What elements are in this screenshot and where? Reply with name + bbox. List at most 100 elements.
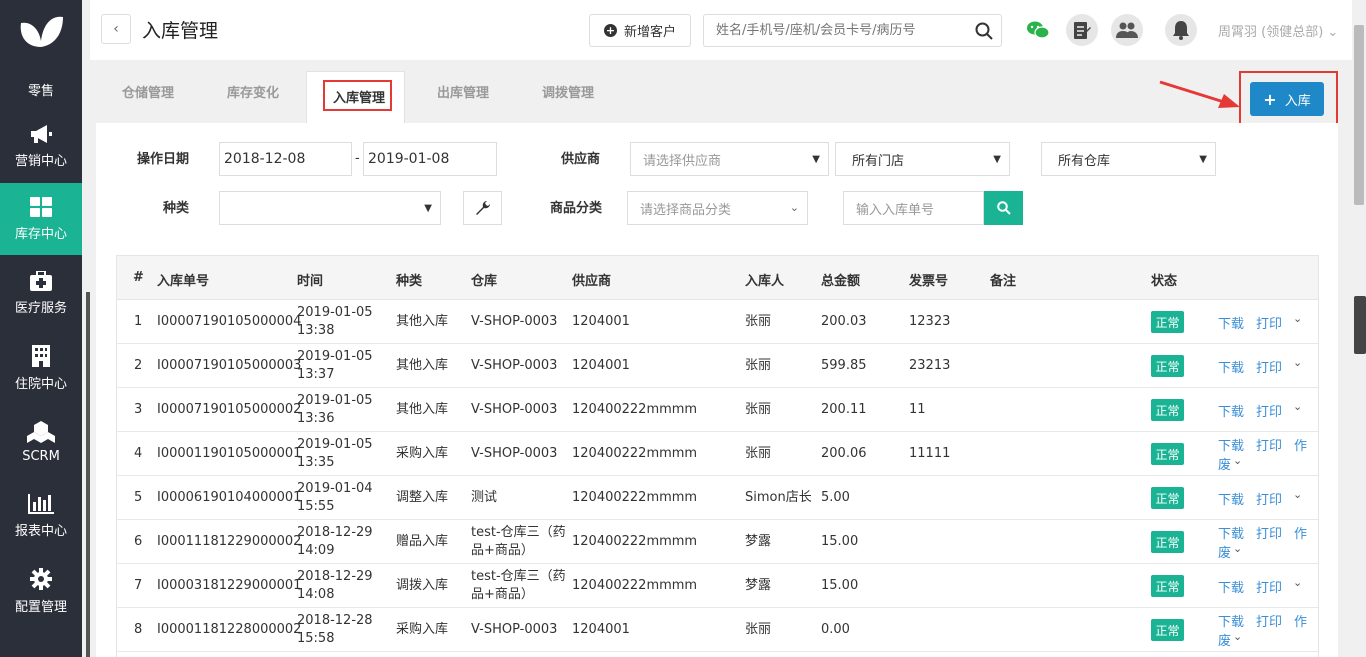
order-number-placeholder: 输入入库单号 — [856, 202, 935, 218]
table-row[interactable]: 6 I00011181229000002 2018-12-29 14:09 赠品入库 te… — [117, 520, 1318, 564]
row-type: 赠品入库 — [396, 534, 449, 549]
row-date: 2018-12-28 — [297, 613, 373, 628]
supplier-label: 供应商 — [561, 152, 601, 167]
page-scrollbar[interactable] — [1352, 0, 1366, 657]
chevron-down-icon[interactable]: ⌄ — [1233, 542, 1242, 555]
print-link[interactable]: 打印 — [1256, 435, 1282, 454]
table-row[interactable]: 8 I00001181228000002 2018-12-28 15:58 采购入库 V-… — [117, 608, 1318, 652]
inbound-button[interactable]: + 入库 — [1250, 82, 1324, 116]
sidebar-item-marketing[interactable]: 营销中心 — [0, 110, 82, 182]
chevron-down-icon[interactable]: ⌄ — [1293, 356, 1302, 369]
tab-storage[interactable]: 仓储管理 — [122, 82, 174, 101]
status-badge: 正常 — [1151, 399, 1184, 421]
date-label: 操作日期 — [137, 152, 190, 167]
chevron-down-icon[interactable]: ⌄ — [1293, 312, 1302, 325]
print-link[interactable]: 打印 — [1256, 523, 1282, 542]
download-link[interactable]: 下载 — [1218, 313, 1244, 332]
search-button[interactable] — [984, 191, 1023, 225]
tab-stock-change[interactable]: 库存变化 — [227, 82, 279, 101]
void-link[interactable]: 作 — [1294, 435, 1307, 454]
download-link[interactable]: 下载 — [1218, 435, 1244, 454]
row-type: 调拨入库 — [396, 578, 449, 593]
row-time: 15:58 — [297, 631, 335, 646]
wechat-icon[interactable] — [1022, 14, 1054, 46]
download-link[interactable]: 下载 — [1218, 401, 1244, 420]
row-supplier: 120400222mmmm — [572, 534, 698, 549]
new-customer-button[interactable]: + 新增客户 — [589, 14, 691, 47]
row-warehouse: V-SHOP-0003 — [471, 314, 558, 329]
bell-icon[interactable] — [1165, 14, 1197, 46]
sidebar-scrollbar[interactable] — [86, 292, 90, 657]
plus-icon: + — [1263, 89, 1277, 109]
date-to-input[interactable]: 2019-01-08 — [363, 142, 497, 176]
void-link[interactable]: 作 — [1294, 611, 1307, 630]
sidebar-item-inventory[interactable]: 库存中心 — [0, 183, 82, 255]
chevron-down-icon[interactable]: ⌄ — [1293, 400, 1302, 413]
print-link[interactable]: 打印 — [1256, 489, 1282, 508]
download-link[interactable]: 下载 — [1218, 611, 1244, 630]
tab-bar: 仓储管理 库存变化 入库管理 出库管理 调拨管理 + 入库 — [90, 60, 1352, 126]
brand-logo[interactable] — [0, 0, 82, 62]
download-link[interactable]: 下载 — [1218, 577, 1244, 596]
tab-outbound[interactable]: 出库管理 — [437, 82, 489, 101]
global-search-input[interactable] — [704, 15, 964, 46]
table-row[interactable]: 4 I00001190105000001 2019-01-05 13:35 采购入库 V-… — [117, 432, 1318, 476]
table-row[interactable]: 7 I00003181229000001 2018-12-29 14:08 调拨入库 te… — [117, 564, 1318, 608]
void-link-line2[interactable]: 废 — [1218, 630, 1231, 649]
inbound-button-label: 入库 — [1284, 93, 1311, 109]
print-link[interactable]: 打印 — [1256, 577, 1282, 596]
sidebar-item-retail[interactable]: 零售 — [0, 62, 82, 106]
search-icon — [996, 201, 1011, 215]
print-link[interactable]: 打印 — [1256, 357, 1282, 376]
category-select[interactable]: ▼ — [219, 191, 441, 225]
download-link[interactable]: 下载 — [1218, 357, 1244, 376]
clipboard-icon[interactable] — [1066, 14, 1098, 46]
sidebar-item-label: 零售 — [27, 84, 54, 99]
group-icon[interactable] — [1111, 14, 1143, 46]
user-menu[interactable]: 周霄羽 (领健总部) ⌄ — [1218, 21, 1338, 40]
row-time: 15:55 — [297, 499, 335, 514]
void-link[interactable]: 作 — [1294, 523, 1307, 542]
sidebar-item-scrm[interactable]: SCRM — [0, 406, 82, 478]
date-from-input[interactable]: 2018-12-08 — [219, 142, 352, 176]
goods-category-placeholder: 请选择商品分类 — [640, 202, 732, 218]
col-order-no: 入库单号 — [157, 274, 210, 289]
print-link[interactable]: 打印 — [1256, 401, 1282, 420]
print-link[interactable]: 打印 — [1256, 313, 1282, 332]
table-row[interactable]: 2 I00007190105000003 2019-01-05 13:37 其他入库 V-… — [117, 344, 1318, 388]
row-warehouse: V-SHOP-0003 — [471, 446, 558, 461]
sidebar-item-label: 营销中心 — [14, 153, 67, 169]
chevron-down-icon[interactable]: ⌄ — [1293, 576, 1302, 589]
print-link[interactable]: 打印 — [1256, 611, 1282, 630]
sidebar-item-inpatient[interactable]: 住院中心 — [0, 332, 82, 404]
sidebar-item-reports[interactable]: 报表中心 — [0, 480, 82, 552]
goods-category-select[interactable]: 请选择商品分类 ⌄ — [627, 191, 808, 225]
void-link-line2[interactable]: 废 — [1218, 542, 1231, 561]
back-button[interactable]: ‹ — [101, 14, 131, 44]
cubes-icon — [27, 420, 55, 443]
scrollbar-thumb[interactable] — [1354, 25, 1364, 205]
row-amount: 200.06 — [821, 446, 867, 461]
warehouse-select[interactable]: 所有仓库 ▼ — [1041, 142, 1216, 176]
table-row[interactable]: 5 I00006190104000001 2019-01-04 15:55 调整入库 测试… — [117, 476, 1318, 520]
search-icon[interactable] — [975, 22, 993, 40]
settings-button[interactable] — [463, 191, 502, 225]
sidebar-item-medical[interactable]: 医疗服务 — [0, 257, 82, 329]
sidebar-item-settings[interactable]: 配置管理 — [0, 555, 82, 627]
supplier-select[interactable]: 请选择供应商 ▼ — [630, 142, 829, 176]
store-select[interactable]: 所有门店 ▼ — [835, 142, 1010, 176]
void-link-line2[interactable]: 废 — [1218, 454, 1231, 473]
order-number: I00011181229000002 — [157, 534, 302, 549]
chevron-down-icon[interactable]: ⌄ — [1233, 454, 1242, 467]
order-number-input[interactable]: 输入入库单号 — [843, 191, 984, 225]
table-row[interactable]: 1 I00007190105000004 2019-01-05 13:38 其他入库 V-… — [117, 300, 1318, 344]
chevron-down-icon[interactable]: ⌄ — [1233, 630, 1242, 643]
tab-transfer[interactable]: 调拨管理 — [542, 82, 594, 101]
table-row[interactable]: 3 I00007190105000002 2019-01-05 13:36 其他入库 V-… — [117, 388, 1318, 432]
download-link[interactable]: 下载 — [1218, 523, 1244, 542]
col-warehouse: 仓库 — [471, 274, 498, 289]
status-badge: 正常 — [1151, 443, 1184, 465]
chevron-down-icon[interactable]: ⌄ — [1293, 488, 1302, 501]
row-amount: 15.00 — [821, 534, 859, 549]
download-link[interactable]: 下载 — [1218, 489, 1244, 508]
